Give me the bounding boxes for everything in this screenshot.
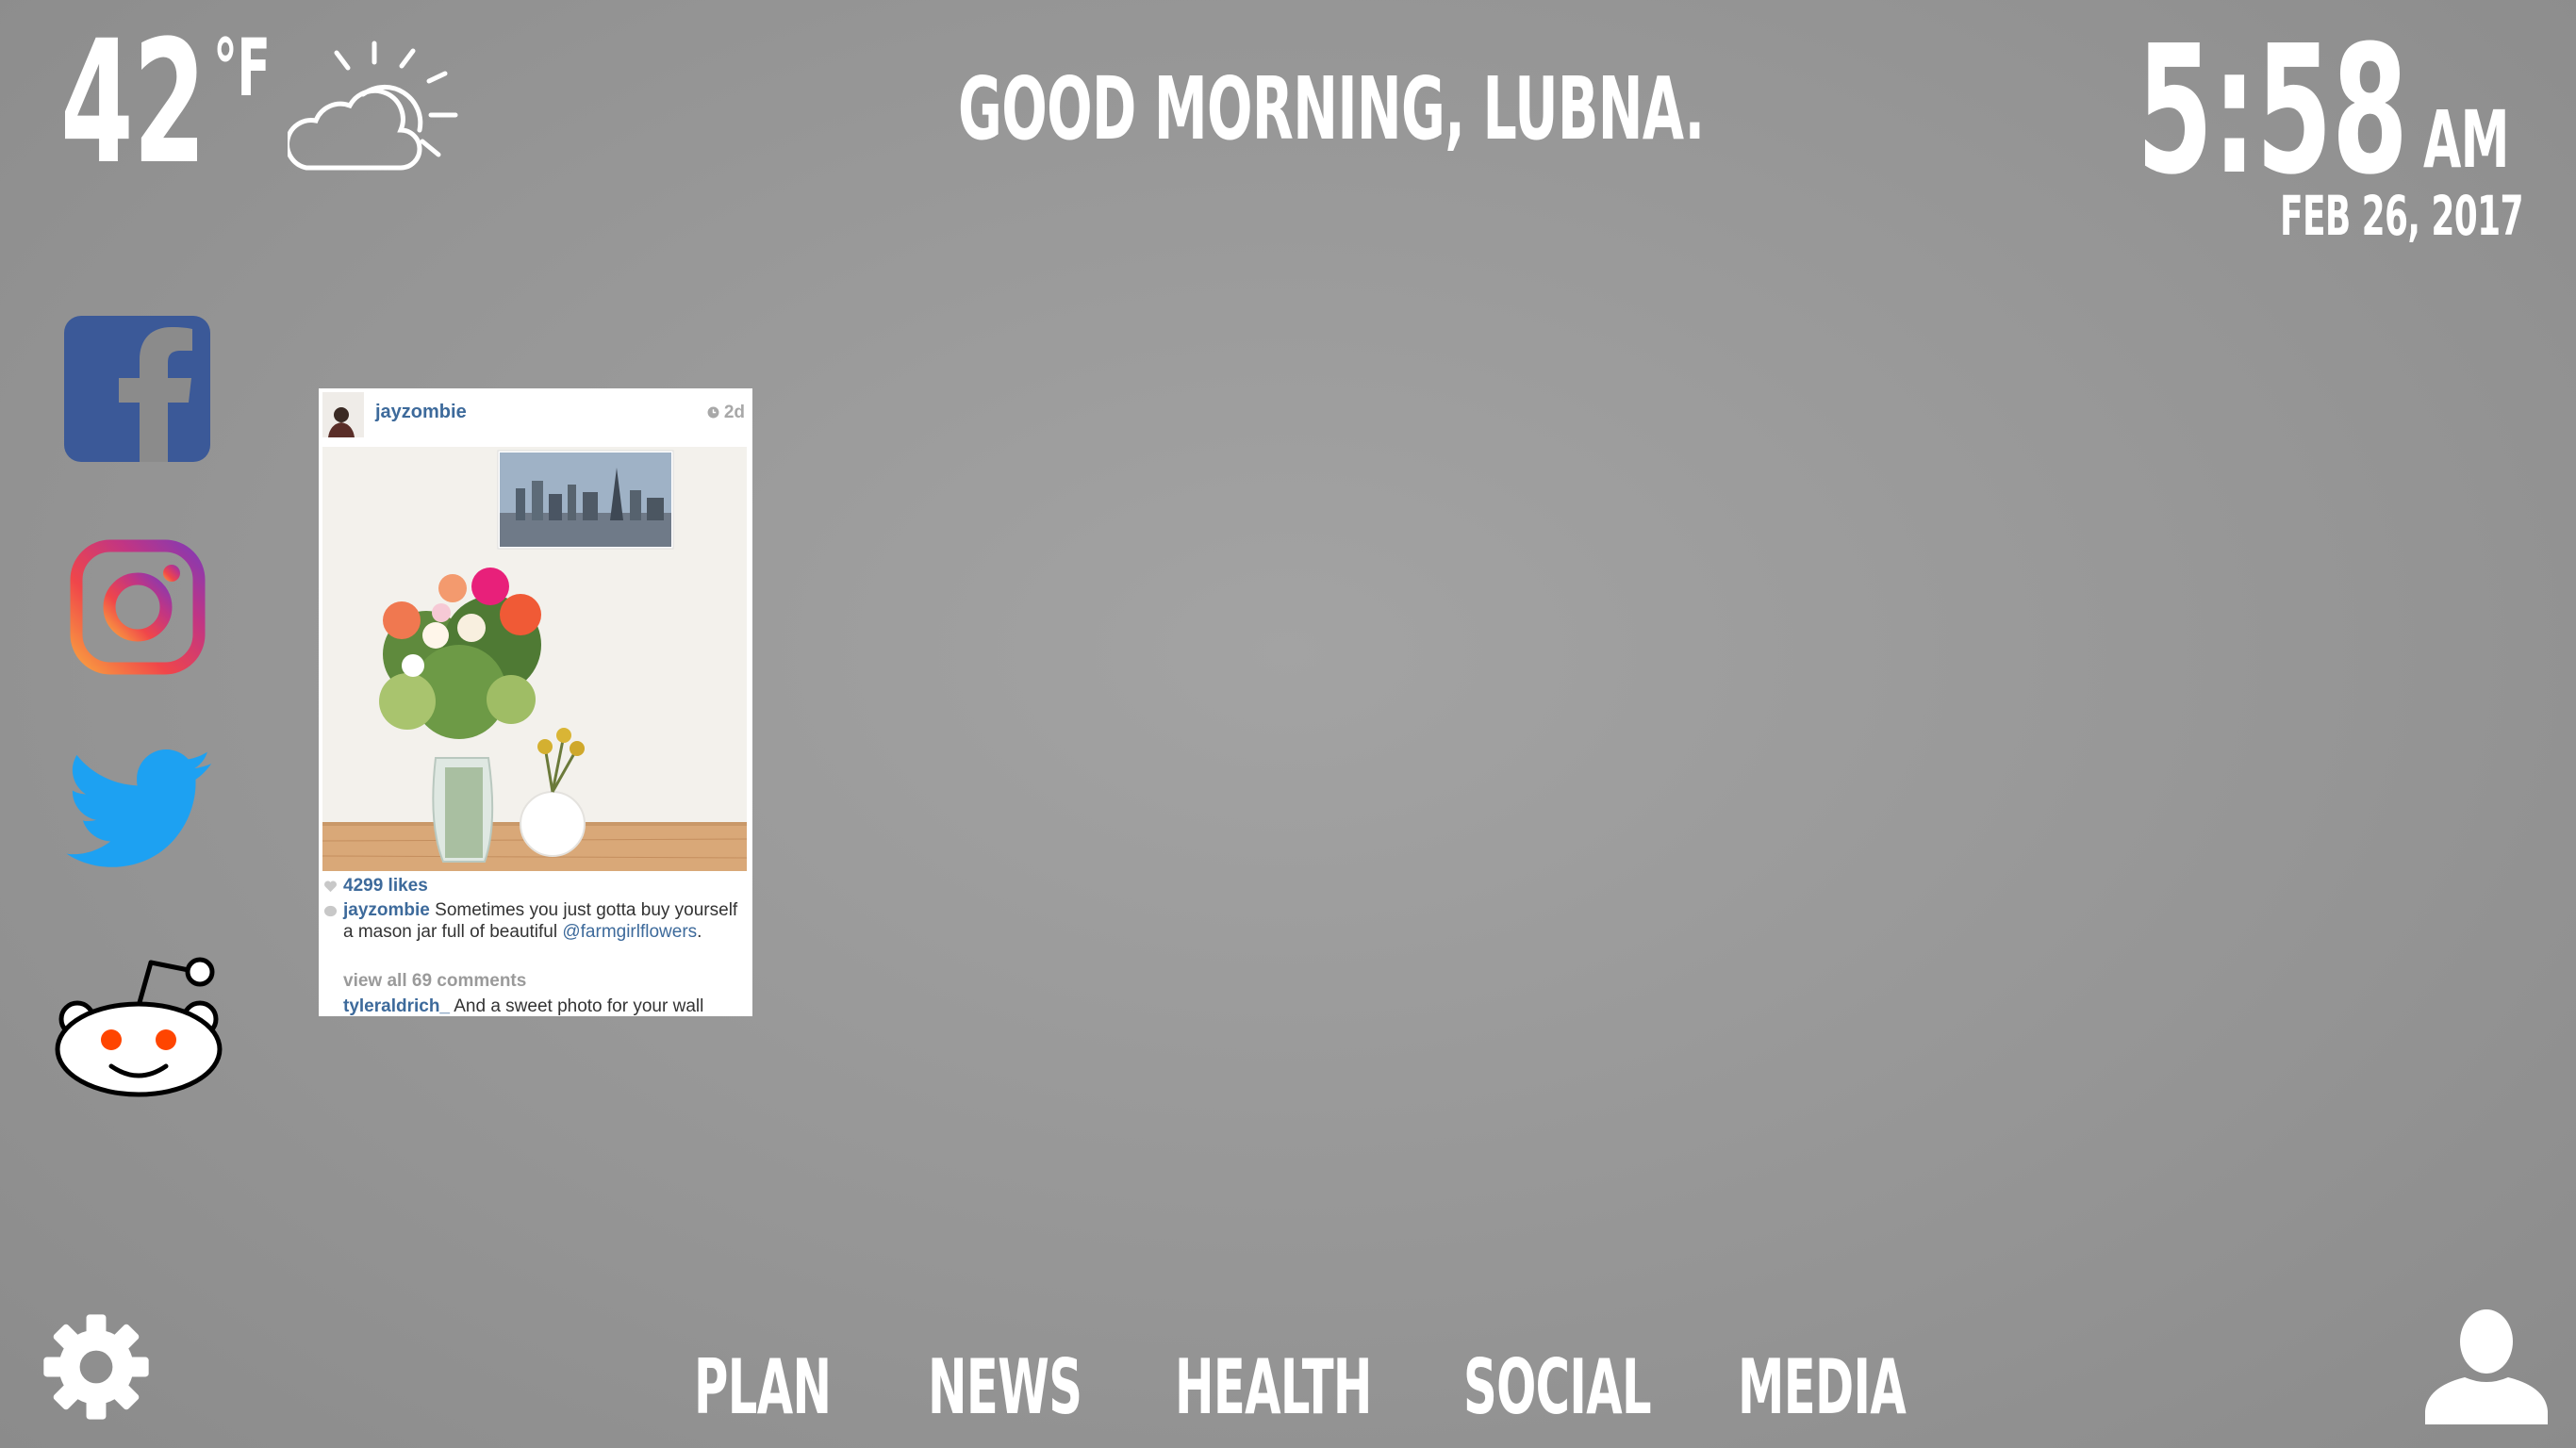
nav-news[interactable]: NEWS (928, 1350, 1082, 1425)
nav-plan[interactable]: PLAN (694, 1350, 832, 1425)
caption-username[interactable]: jayzombie (343, 900, 430, 920)
comment-icon (323, 905, 338, 917)
nav-health[interactable]: HEALTH (1175, 1350, 1372, 1425)
post-username[interactable]: jayzombie (375, 402, 467, 423)
nav-social[interactable]: SOCIAL (1463, 1350, 1652, 1425)
clock-time: 5:58 (2137, 8, 2408, 214)
post-photo[interactable] (322, 447, 747, 871)
caption-mention[interactable]: @farmgirlflowers (562, 922, 697, 942)
twitter-button[interactable] (66, 749, 215, 872)
instagram-button[interactable] (70, 539, 206, 675)
comment: tyleraldrich_ And a sweet photo for your… (343, 996, 749, 1016)
user-avatar (322, 392, 364, 437)
comment-username[interactable]: tyleraldrich_ (343, 996, 450, 1016)
post-age-text: 2d (723, 403, 745, 422)
post-age: 2d (707, 403, 745, 423)
caption-end: . (697, 922, 702, 942)
clock-date: FEB 26, 2017 (2280, 184, 2524, 248)
view-all-comments-link[interactable]: view all 69 comments (343, 970, 526, 992)
reddit-button[interactable] (49, 947, 228, 1098)
facebook-button[interactable] (64, 316, 210, 462)
twitter-icon (66, 749, 212, 867)
greeting-message: GOOD MORNING, LUBNA. (958, 58, 1705, 159)
settings-button[interactable] (41, 1312, 151, 1422)
likes-count: 4299 likes (343, 876, 428, 896)
user-icon (2425, 1309, 2548, 1424)
profile-button[interactable] (2423, 1306, 2550, 1424)
facebook-icon (64, 316, 210, 462)
instagram-icon (70, 539, 206, 675)
temperature-value: 42 (60, 5, 206, 202)
post-caption: jayzombie Sometimes you just gotta buy y… (343, 899, 739, 943)
reddit-icon (55, 957, 223, 1097)
nav-media[interactable]: MEDIA (1738, 1350, 1907, 1425)
gear-icon (43, 1314, 149, 1420)
comment-text: And a sweet photo for your wall (454, 996, 704, 1016)
clock-ampm: AM (2423, 93, 2510, 186)
partly-cloudy-icon (288, 41, 458, 171)
instagram-post-card[interactable]: jayzombie 2d 4299 likes jayzombie Someti… (319, 388, 752, 1016)
heart-icon (324, 880, 337, 893)
temperature-unit: °F (213, 22, 271, 114)
clock-icon (707, 406, 718, 419)
